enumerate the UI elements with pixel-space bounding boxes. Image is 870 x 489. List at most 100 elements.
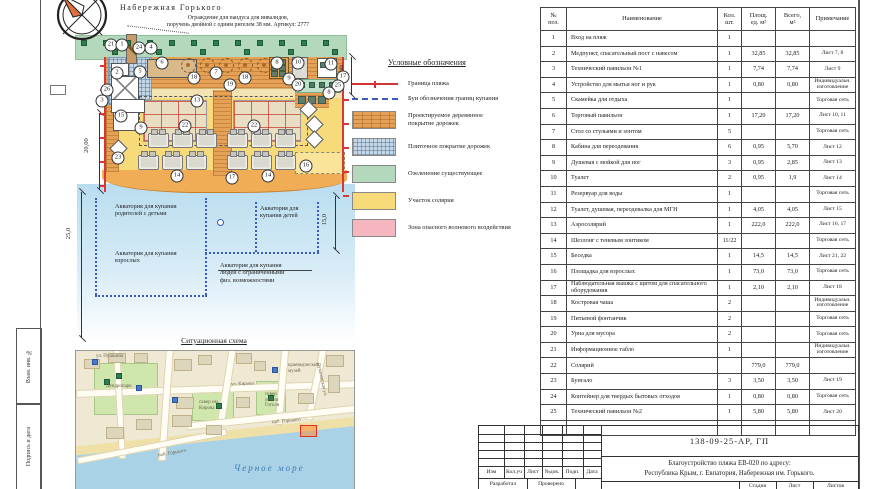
position-marker-7: 7 — [210, 67, 223, 80]
spec-cell: 3 — [718, 374, 742, 390]
spec-row: 16Площадка для взрослых173,073,0Торговая… — [541, 264, 856, 280]
legend-item: Зона опасного волнового воздействия — [352, 214, 534, 241]
spec-cell: Торговая сеть — [810, 389, 856, 405]
spec-cell: Площадка для взрослых — [567, 264, 718, 280]
spec-cell: Стол со стульями и зонтом — [567, 124, 718, 140]
spec-cell: Костровая чаша — [567, 296, 718, 312]
map-stop-icon — [92, 359, 98, 365]
legend-items: Граница пляжаБуи обозначения границ купа… — [352, 76, 534, 241]
legend-item-label: Зона опасного волнового воздействия — [408, 224, 511, 232]
spec-cell: 23 — [541, 374, 567, 390]
titleblock-col-№док.: №док. — [542, 466, 563, 478]
spec-row: 12Туалет, душевая, переодевалка для МГН1… — [541, 202, 856, 218]
boundary-tick — [343, 195, 349, 197]
dim-25-label: 25,0 — [65, 228, 72, 239]
stage-label: Стадия — [739, 481, 776, 489]
spec-cell: 24 — [541, 389, 567, 405]
spec-cell: Контейнер для твердых бытовых отходов — [567, 389, 718, 405]
legend-item: Проектируемое деревянное покрытие дороже… — [352, 106, 534, 133]
spec-cell — [776, 186, 810, 202]
map-building — [236, 353, 252, 364]
spec-cell — [742, 296, 776, 312]
spec-cell: Лист 14 — [810, 171, 856, 187]
spec-cell: Лист 18 — [810, 280, 856, 296]
spec-cell: Медпункт, спасательный пост с навесом — [567, 46, 718, 62]
spec-cell — [718, 358, 742, 374]
spec-row: 5Скамейка для отдыха1Торговая сеть — [541, 93, 856, 109]
spec-cell: 0,95 — [742, 171, 776, 187]
beach-boundary-left — [104, 57, 106, 192]
spec-row: 17Наблюдательная вышка с щитом для спаса… — [541, 280, 856, 296]
spec-cell: 21 — [541, 342, 567, 358]
spec-row: 21Информационное табло1Индивидуальн. изг… — [541, 342, 856, 358]
stamp-cell-vzam: Взам. инв. № — [16, 328, 42, 405]
spec-cell — [810, 31, 856, 47]
spec-cell: 1 — [718, 31, 742, 47]
spec-cell: 7 — [541, 124, 567, 140]
spec-row: 11Резервуар для воды1Торговая сеть — [541, 186, 856, 202]
beach-lounger-icon — [251, 133, 272, 148]
spec-cell: 2 — [718, 311, 742, 327]
line-blue-legend-icon — [352, 98, 398, 100]
green-legend-icon — [352, 165, 396, 183]
spec-cell — [776, 233, 810, 249]
beach-lounger-icon — [251, 155, 272, 170]
tree-icon — [257, 40, 263, 46]
spec-cell: 779,0 — [776, 358, 810, 374]
spec-cell: 5,70 — [776, 140, 810, 156]
spec-cell: 779,0 — [742, 358, 776, 374]
sheet-label: Лист — [776, 481, 813, 489]
buoy-line — [95, 198, 97, 295]
frame-right-line — [858, 0, 860, 489]
spec-cell: 0,95 — [742, 155, 776, 171]
site-highlight-rect — [300, 425, 317, 437]
spec-cell: Торговая сеть — [810, 124, 856, 140]
spec-cell: Торговый павильон — [567, 108, 718, 124]
spec-cell: 1 — [718, 62, 742, 78]
position-marker-2: 2 — [111, 67, 124, 80]
position-marker-3: 3 — [96, 95, 109, 108]
tree-icon — [323, 40, 329, 46]
position-marker-8: 8 — [323, 87, 336, 100]
map-building — [176, 397, 194, 409]
spec-cell: 2 — [718, 171, 742, 187]
buoy-line — [205, 252, 319, 254]
street-label: Набережная Горького — [110, 3, 232, 12]
position-marker-9: 9 — [135, 122, 148, 135]
position-marker-20: 20 — [292, 79, 305, 92]
spec-cell: 2,85 — [776, 155, 810, 171]
map-building — [326, 355, 344, 367]
spec-cell — [742, 186, 776, 202]
pink-legend-icon — [352, 219, 396, 237]
spec-cell: Лист 15 — [810, 202, 856, 218]
spec-row: 1Вход на пляж1 — [541, 31, 856, 47]
spec-cell — [742, 93, 776, 109]
spec-cell: 20 — [541, 327, 567, 343]
tree-icon — [169, 40, 175, 46]
tree-icon — [200, 49, 206, 55]
spec-row: 20Урна для мусора2Торговая сеть — [541, 327, 856, 343]
legend-item-label: Озеленение существующее — [408, 170, 482, 178]
spec-cell: 5 — [718, 124, 742, 140]
stamp-vzam-label: Взам. инв. № — [26, 349, 32, 383]
spec-cell: 19 — [541, 311, 567, 327]
tree-icon — [279, 40, 285, 46]
water-area-label: Акватория для купания людей с ограниченн… — [220, 262, 320, 284]
spec-cell: 1 — [718, 108, 742, 124]
map-label: сквер имени Гоголя — [265, 392, 279, 409]
spec-col-header: Примечание — [810, 8, 856, 31]
spec-cell: 1 — [718, 280, 742, 296]
legend-item-label: Проектируемое деревянное покрытие дороже… — [408, 112, 483, 128]
drawing-sheet: Взам. инв. № Подпись и дата Набережная Г… — [0, 0, 870, 489]
spec-cell: Кабина для переодевания — [567, 140, 718, 156]
spec-cell: 22 — [541, 358, 567, 374]
spec-cell: 1 — [718, 46, 742, 62]
spec-row: 18Костровая чаша2Индивидуальн. изготовле… — [541, 296, 856, 312]
document-number: 138-09-25-АР, ГП — [601, 426, 858, 456]
spec-cell: 7,74 — [742, 62, 776, 78]
position-marker-18: 18 — [188, 72, 201, 85]
position-marker-22: 22 — [179, 120, 192, 133]
water-area-label: Акватория для купания взрослых — [115, 250, 210, 265]
legend-item: Граница пляжа — [352, 76, 534, 91]
boundary-tick — [343, 123, 349, 125]
